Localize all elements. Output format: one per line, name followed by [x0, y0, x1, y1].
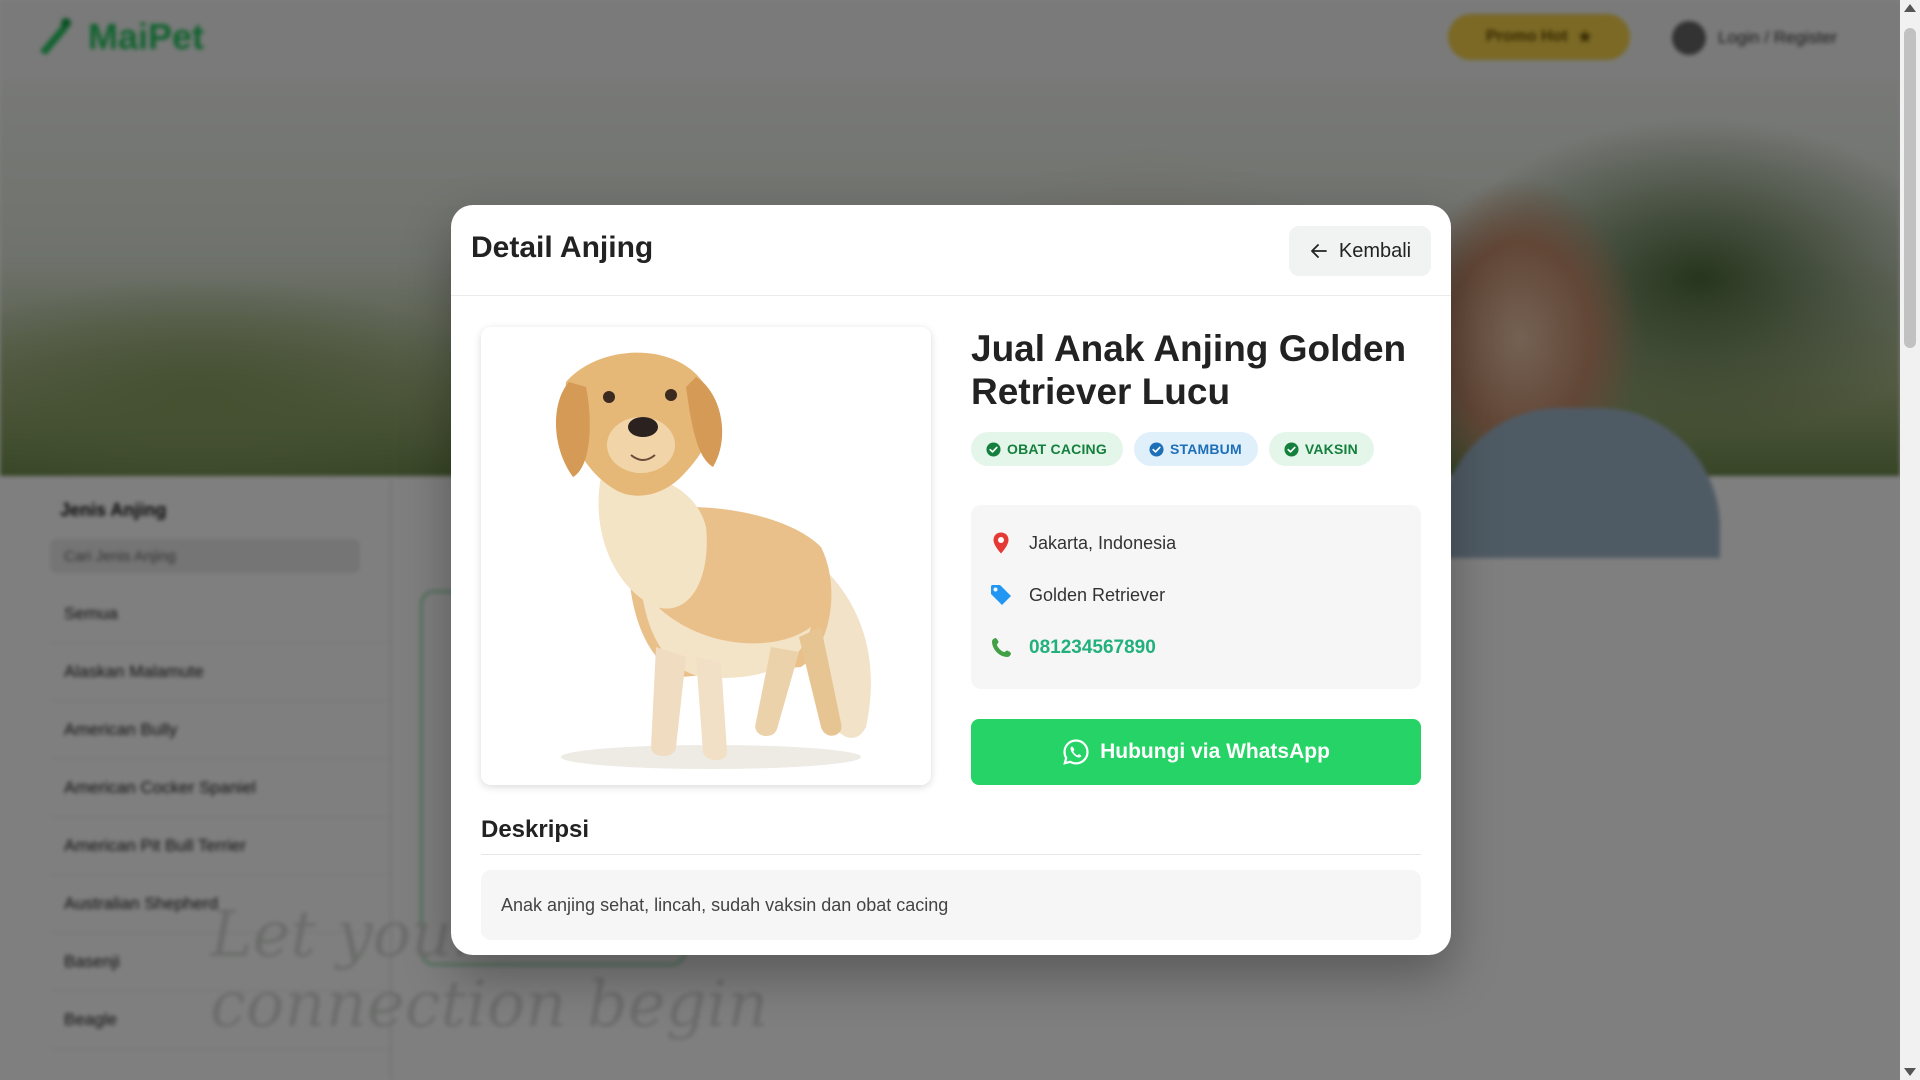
scroll-down-arrow-icon[interactable] [1904, 1068, 1916, 1076]
whatsapp-label: Hubungi via WhatsApp [1100, 740, 1330, 763]
phone-row[interactable]: 081234567890 [989, 636, 1156, 660]
description-divider [481, 854, 1421, 855]
badge-label: VAKSIN [1304, 441, 1358, 457]
tag-icon [991, 585, 1011, 605]
dog-detail-modal: Detail Anjing Kembali Jual Anak Anjing G… [451, 205, 1451, 955]
check-circle-icon [986, 441, 1001, 457]
golden-retriever-image [481, 327, 931, 785]
badge-stambum: STAMBUM [1133, 432, 1258, 466]
badge-vaksin: VAKSIN [1268, 432, 1374, 466]
badge-label: OBAT CACING [1007, 441, 1107, 457]
modal-title: Detail Anjing [471, 231, 654, 264]
description-text: Anak anjing sehat, lincah, sudah vaksin … [501, 894, 949, 915]
description-box: Anak anjing sehat, lincah, sudah vaksin … [481, 870, 1421, 940]
seller-info-box: Jakarta, Indonesia Golden Retriever 0812… [971, 505, 1421, 689]
phone-icon [992, 638, 1011, 657]
badge-label: STAMBUM [1169, 441, 1242, 457]
listing-title: Jual Anak Anjing Golden Retriever Lucu [971, 328, 1407, 412]
page-scrollbar[interactable] [1900, 0, 1920, 1080]
whatsapp-icon [1063, 739, 1089, 765]
modal-header: Detail Anjing Kembali [451, 205, 1451, 296]
scroll-up-arrow-icon[interactable] [1904, 4, 1916, 12]
dog-photo [481, 327, 931, 785]
arrow-left-icon [1310, 244, 1327, 258]
location-row: Jakarta, Indonesia [989, 531, 1176, 555]
whatsapp-contact-button[interactable]: Hubungi via WhatsApp [971, 719, 1421, 785]
badge-obat-cacing: OBAT CACING [971, 432, 1123, 466]
breed-row: Golden Retriever [989, 583, 1165, 607]
back-button[interactable]: Kembali [1289, 226, 1431, 276]
location-text: Jakarta, Indonesia [1029, 532, 1177, 553]
check-circle-icon [1149, 441, 1164, 457]
phone-number-link[interactable]: 081234567890 [1029, 637, 1156, 659]
map-pin-icon [993, 532, 1009, 554]
scrollbar-thumb[interactable] [1904, 28, 1916, 348]
health-badges: OBAT CACING STAMBUM VAKSIN [971, 432, 1374, 466]
description-heading: Deskripsi [481, 816, 590, 843]
check-circle-icon [1284, 441, 1299, 457]
back-label: Kembali [1338, 239, 1412, 262]
breed-text: Golden Retriever [1029, 584, 1166, 605]
